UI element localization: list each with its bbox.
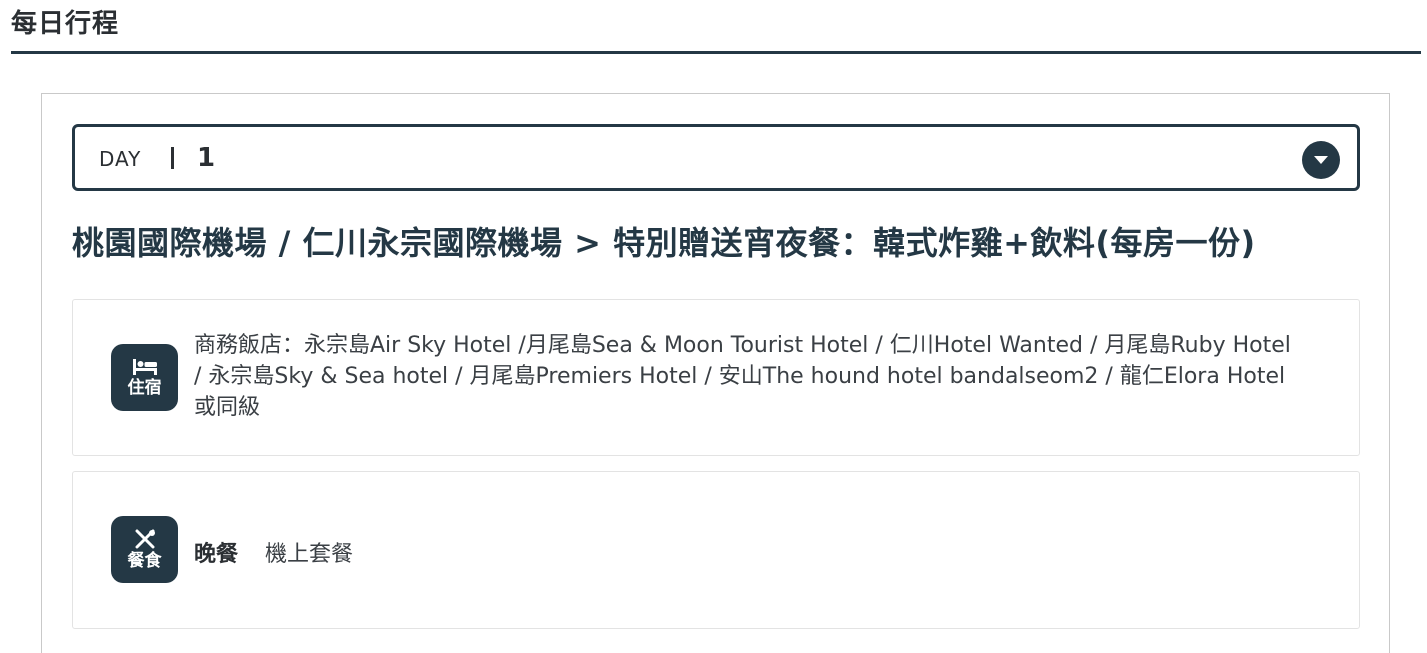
- meal-value: 機上套餐: [265, 542, 354, 567]
- accommodation-card: 住宿 商務飯店：永宗島Air Sky Hotel /月尾島Sea & Moon …: [72, 299, 1360, 456]
- day-label: DAY: [99, 147, 142, 171]
- meal-type-label: 晚餐: [194, 542, 239, 567]
- accommodation-text: 商務飯店：永宗島Air Sky Hotel /月尾島Sea & Moon Tou…: [194, 333, 1291, 420]
- day-separator: [171, 147, 174, 169]
- chevron-down-icon: [1314, 156, 1328, 164]
- title-divider: [11, 51, 1421, 54]
- section-title: 每日行程: [11, 9, 120, 39]
- route-title: 桃園國際機場 / 仁川永宗國際機場 > 特別贈送宵夜餐：韓式炸雞+飲料(每房一份…: [72, 224, 1256, 262]
- accommodation-badge: 住宿: [111, 344, 178, 411]
- day-number: 1: [197, 143, 216, 173]
- accommodation-badge-label: 住宿: [127, 377, 162, 398]
- meal-card: 餐食 晚餐 機上套餐: [72, 471, 1360, 629]
- day-accordion-header[interactable]: DAY 1: [72, 124, 1360, 191]
- meal-badge-label: 餐食: [127, 550, 162, 571]
- meal-badge: 餐食: [111, 516, 178, 583]
- expand-toggle-button[interactable]: [1302, 141, 1340, 179]
- utensils-icon: [135, 529, 155, 548]
- bed-icon: [132, 358, 157, 375]
